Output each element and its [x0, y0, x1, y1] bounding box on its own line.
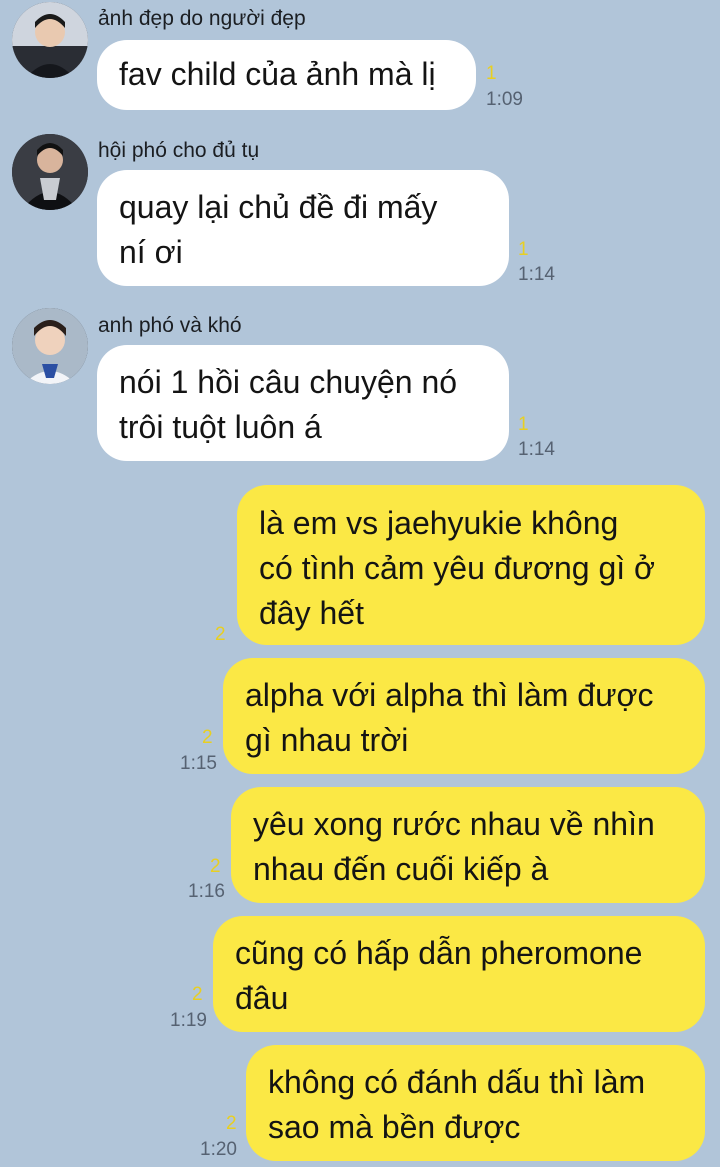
avatar[interactable] [12, 308, 88, 384]
avatar-photo-icon [12, 2, 88, 78]
message-time: 1:09 [486, 89, 523, 110]
avatar-photo-icon [12, 308, 88, 384]
unread-count: 1 [518, 239, 529, 260]
message-bubble[interactable]: không có đánh dấu thì làm sao mà bền đượ… [246, 1045, 705, 1161]
message-bubble[interactable]: quay lại chủ đề đi mấy ní ơi [97, 170, 509, 286]
unread-count: 2 [210, 856, 221, 877]
sender-name: hội phó cho đủ tụ [98, 139, 260, 162]
unread-count: 2 [202, 727, 213, 748]
unread-count: 2 [215, 624, 226, 645]
message-bubble[interactable]: cũng có hấp dẫn pheromone đâu [213, 916, 705, 1032]
message-time: 1:14 [518, 439, 555, 460]
unread-count: 2 [192, 984, 203, 1005]
avatar[interactable] [12, 134, 88, 210]
message-time: 1:15 [180, 753, 217, 774]
unread-count: 1 [518, 414, 529, 435]
message-bubble[interactable]: fav child của ảnh mà lị [97, 40, 476, 110]
unread-count: 2 [226, 1113, 237, 1134]
avatar[interactable] [12, 2, 88, 78]
avatar-photo-icon [12, 134, 88, 210]
message-time: 1:19 [170, 1010, 207, 1031]
message-bubble[interactable]: alpha với alpha thì làm được gì nhau trờ… [223, 658, 705, 774]
message-bubble[interactable]: yêu xong rước nhau về nhìn nhau đến cuối… [231, 787, 705, 903]
message-time: 1:16 [188, 881, 225, 902]
unread-count: 1 [486, 63, 497, 84]
message-bubble[interactable]: là em vs jaehyukie không có tình cảm yêu… [237, 485, 705, 645]
sender-name: ảnh đẹp do người đẹp [98, 7, 306, 30]
sender-name: anh phó và khó [98, 314, 242, 337]
message-time: 1:14 [518, 264, 555, 285]
message-bubble[interactable]: nói 1 hồi câu chuyện nó trôi tuột luôn á [97, 345, 509, 461]
message-time: 1:20 [200, 1139, 237, 1160]
